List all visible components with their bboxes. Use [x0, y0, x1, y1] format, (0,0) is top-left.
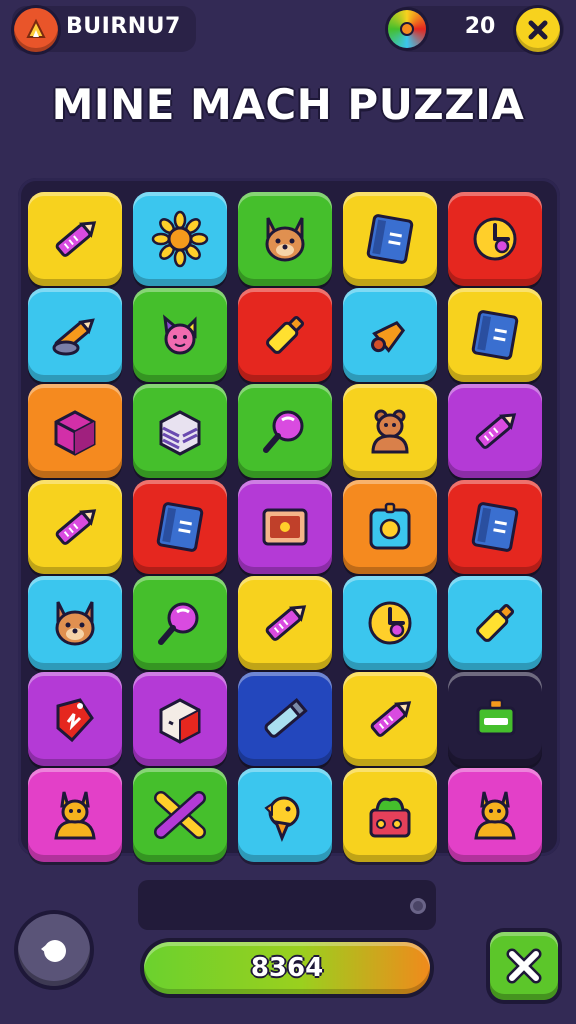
- tile-r1-c4[interactable]: [343, 192, 437, 286]
- sun-flower-icon: [151, 210, 209, 268]
- score-fill: 8364: [144, 942, 430, 994]
- tile-r2-c3[interactable]: [238, 288, 332, 382]
- coin-icon: [388, 10, 426, 48]
- tile-r3-c3[interactable]: [238, 384, 332, 478]
- tile-r3-c1[interactable]: [28, 384, 122, 478]
- score-value: 8364: [250, 953, 324, 983]
- tile-r5-c3[interactable]: [238, 576, 332, 670]
- kangaroo-face-icon: [265, 217, 305, 262]
- tile-r2-c1[interactable]: [28, 288, 122, 382]
- crayon-icon: [475, 413, 517, 449]
- flame-icon: [26, 18, 46, 38]
- crayon-icon: [265, 605, 307, 641]
- notebook-icon: [366, 214, 414, 264]
- tile-r7-c4[interactable]: [343, 768, 437, 862]
- clock-icon: [473, 217, 517, 261]
- tile-r2-c2[interactable]: [133, 288, 227, 382]
- tile-r3-c4[interactable]: [343, 384, 437, 478]
- tile-r5-c2[interactable]: [133, 576, 227, 670]
- tile-r4-c1[interactable]: [28, 480, 122, 574]
- tile-r6-c5[interactable]: [448, 672, 542, 766]
- battery-icon: [476, 698, 516, 736]
- crossed-crayons-icon: [154, 791, 206, 839]
- clock-icon: [368, 601, 412, 645]
- tile-r4-c2[interactable]: [133, 480, 227, 574]
- tile-r5-c4[interactable]: [343, 576, 437, 670]
- torch-icon: [371, 320, 406, 353]
- tile-r7-c3[interactable]: [238, 768, 332, 862]
- tile-r1-c1[interactable]: [28, 192, 122, 286]
- notebook-icon: [471, 310, 519, 360]
- tile-r1-c3[interactable]: [238, 192, 332, 286]
- fairy-creature-icon: [163, 314, 197, 355]
- back-arrow-icon: [41, 940, 66, 962]
- tile-r3-c5[interactable]: [448, 384, 542, 478]
- score-progress-bar: 8364: [140, 938, 434, 998]
- tile-r3-c2[interactable]: [133, 384, 227, 478]
- bar-knob: [410, 898, 426, 914]
- notebook-icon: [471, 502, 519, 552]
- tag-icon: [56, 698, 94, 743]
- tile-r7-c1[interactable]: [28, 768, 122, 862]
- player-name: BUIRNU7: [66, 14, 181, 39]
- pencil-icon: [52, 318, 95, 356]
- crayon-icon: [370, 701, 412, 737]
- tile-r6-c4[interactable]: [343, 672, 437, 766]
- tile-r4-c3[interactable]: [238, 480, 332, 574]
- tile-r6-c2[interactable]: [133, 672, 227, 766]
- tile-r1-c2[interactable]: [133, 192, 227, 286]
- toy-box-icon: [369, 797, 411, 838]
- tile-r4-c5[interactable]: [448, 480, 542, 574]
- tile-r1-c5[interactable]: [448, 192, 542, 286]
- kangaroo-icon: [474, 791, 516, 840]
- tile-r6-c1[interactable]: [28, 672, 122, 766]
- tile-r7-c5[interactable]: [448, 768, 542, 862]
- home-button[interactable]: [14, 8, 58, 52]
- magnifier-icon: [263, 410, 304, 453]
- coin-count: 20: [464, 14, 496, 39]
- marker-icon: [266, 315, 305, 354]
- bird-icon: [264, 796, 300, 843]
- crayon-icon: [55, 221, 97, 257]
- back-button[interactable]: [18, 914, 90, 986]
- magnifier-icon: [158, 602, 199, 645]
- kangaroo-face-icon: [55, 601, 95, 646]
- box-icon: [54, 410, 96, 456]
- close-icon: [528, 20, 548, 40]
- kangaroo-icon: [54, 791, 96, 840]
- marker-icon: [476, 603, 515, 642]
- tile-r2-c5[interactable]: [448, 288, 542, 382]
- tile-r2-c4[interactable]: [343, 288, 437, 382]
- shuffle-button[interactable]: [490, 932, 558, 1000]
- tube-icon: [264, 698, 308, 738]
- tile-r6-c3[interactable]: [238, 672, 332, 766]
- tablet-icon: [262, 508, 308, 546]
- message-bar: [138, 880, 436, 930]
- notebook-icon: [156, 502, 204, 552]
- close-button[interactable]: [516, 8, 560, 52]
- tile-r7-c2[interactable]: [133, 768, 227, 862]
- crayon-icon: [55, 509, 97, 545]
- tile-r4-c4[interactable]: [343, 480, 437, 574]
- badge-icon: [369, 502, 411, 550]
- striped-box-icon: [159, 410, 201, 456]
- tile-r5-c5[interactable]: [448, 576, 542, 670]
- page-title: MINE MACH PUZZIA: [51, 80, 525, 129]
- tile-r5-c1[interactable]: [28, 576, 122, 670]
- bear-icon: [371, 409, 409, 454]
- cross-icon: [506, 948, 542, 984]
- gift-box-icon: [159, 698, 201, 744]
